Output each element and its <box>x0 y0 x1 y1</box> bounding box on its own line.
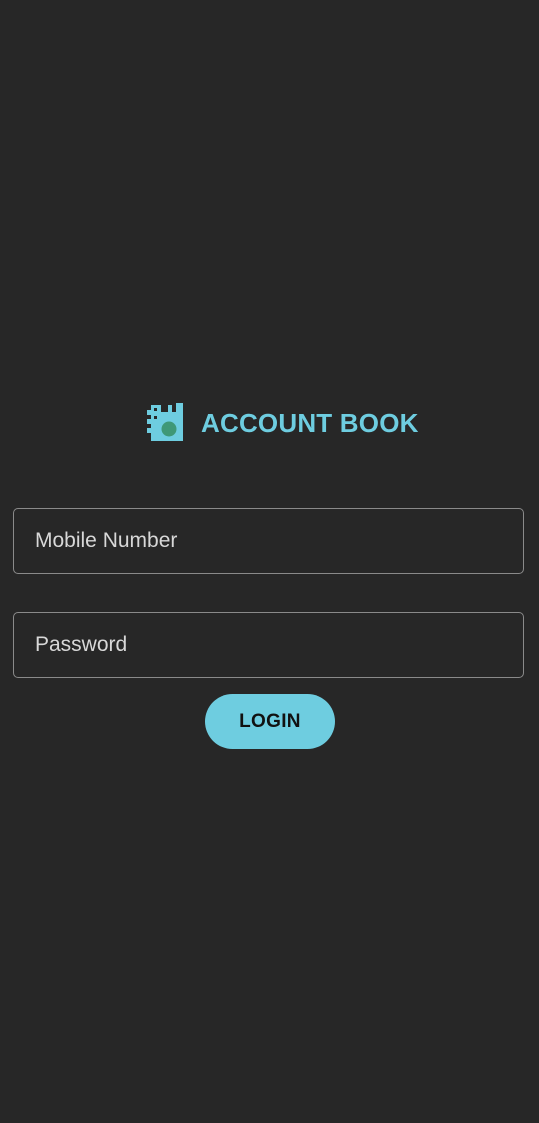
password-field[interactable] <box>13 612 524 678</box>
brand-header: ACCOUNT BOOK <box>147 403 419 443</box>
password-input[interactable] <box>14 613 523 677</box>
mobile-number-input[interactable] <box>14 509 523 573</box>
login-button[interactable]: LOGIN <box>205 694 335 749</box>
account-book-logo-icon <box>147 403 183 441</box>
app-title: ACCOUNT BOOK <box>201 407 419 438</box>
mobile-number-field[interactable] <box>13 508 524 574</box>
